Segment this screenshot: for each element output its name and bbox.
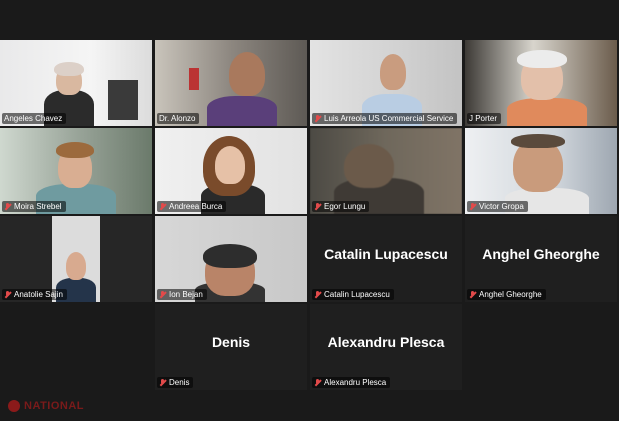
participant-name-tag: Egor Lungu [312, 201, 370, 212]
mic-muted-icon [159, 378, 166, 387]
participant-name-tag: Dr. Alonzo [157, 113, 200, 124]
participant-tile[interactable]: Ion Bejan [155, 216, 307, 302]
mic-muted-icon [314, 114, 321, 123]
mic-muted-icon [314, 378, 321, 387]
participant-name-tag: Andreea Burca [157, 201, 227, 212]
participant-name-tag: Catalin Lupacescu [312, 289, 394, 300]
participant-tile[interactable]: Anghel Gheorghe Anghel Gheorghe [465, 216, 617, 302]
watermark-text: NATIONAL [24, 400, 85, 412]
participant-name-tag: Ion Bejan [157, 289, 207, 300]
participant-name-tag: Anatolie Sajin [2, 289, 67, 300]
participant-tile[interactable]: Dr. Alonzo [155, 40, 307, 126]
participant-tile[interactable]: J Porter [465, 40, 617, 126]
participant-name-tag: Angeles Chavez [2, 113, 67, 124]
participant-tile[interactable]: Andreea Burca [155, 128, 307, 214]
participant-name-tag: Alexandru Plesca [312, 377, 391, 388]
participant-tile[interactable]: Alexandru Plesca Alexandru Plesca [310, 304, 462, 390]
mic-muted-icon [4, 202, 11, 211]
participant-tile[interactable]: Luis Arreola US Commercial Service [310, 40, 462, 126]
participant-tile[interactable]: Catalin Lupacescu Catalin Lupacescu [310, 216, 462, 302]
participant-tile[interactable]: Moira Strebel [0, 128, 152, 214]
participant-name-tag: Moira Strebel [2, 201, 66, 212]
mic-muted-icon [314, 290, 321, 299]
participant-tile[interactable]: Victor Gropa [465, 128, 617, 214]
national-logo-icon [8, 400, 20, 412]
participant-name-tag: Luis Arreola US Commercial Service [312, 113, 458, 124]
participant-tile[interactable]: Egor Lungu [310, 128, 462, 214]
participant-display-name: Denis [211, 334, 251, 350]
mic-muted-icon [314, 202, 321, 211]
broadcaster-watermark: NATIONAL [8, 400, 84, 412]
participant-tile[interactable]: Denis Denis [155, 304, 307, 390]
participant-display-name: Catalin Lupacescu [324, 246, 448, 262]
participant-name-tag: Anghel Gheorghe [467, 289, 546, 300]
participant-name-tag: J Porter [467, 113, 502, 124]
participant-display-name: Anghel Gheorghe [482, 246, 600, 262]
participant-display-name: Alexandru Plesca [327, 334, 445, 350]
mic-muted-icon [469, 202, 476, 211]
mic-muted-icon [159, 290, 166, 299]
mic-muted-icon [469, 290, 476, 299]
mic-muted-icon [159, 202, 166, 211]
participant-name-tag: Victor Gropa [467, 201, 528, 212]
participant-name-tag: Denis [157, 377, 194, 388]
participant-tile[interactable]: Anatolie Sajin [0, 216, 152, 302]
mic-muted-icon [4, 290, 11, 299]
participant-tile[interactable]: Angeles Chavez [0, 40, 152, 126]
